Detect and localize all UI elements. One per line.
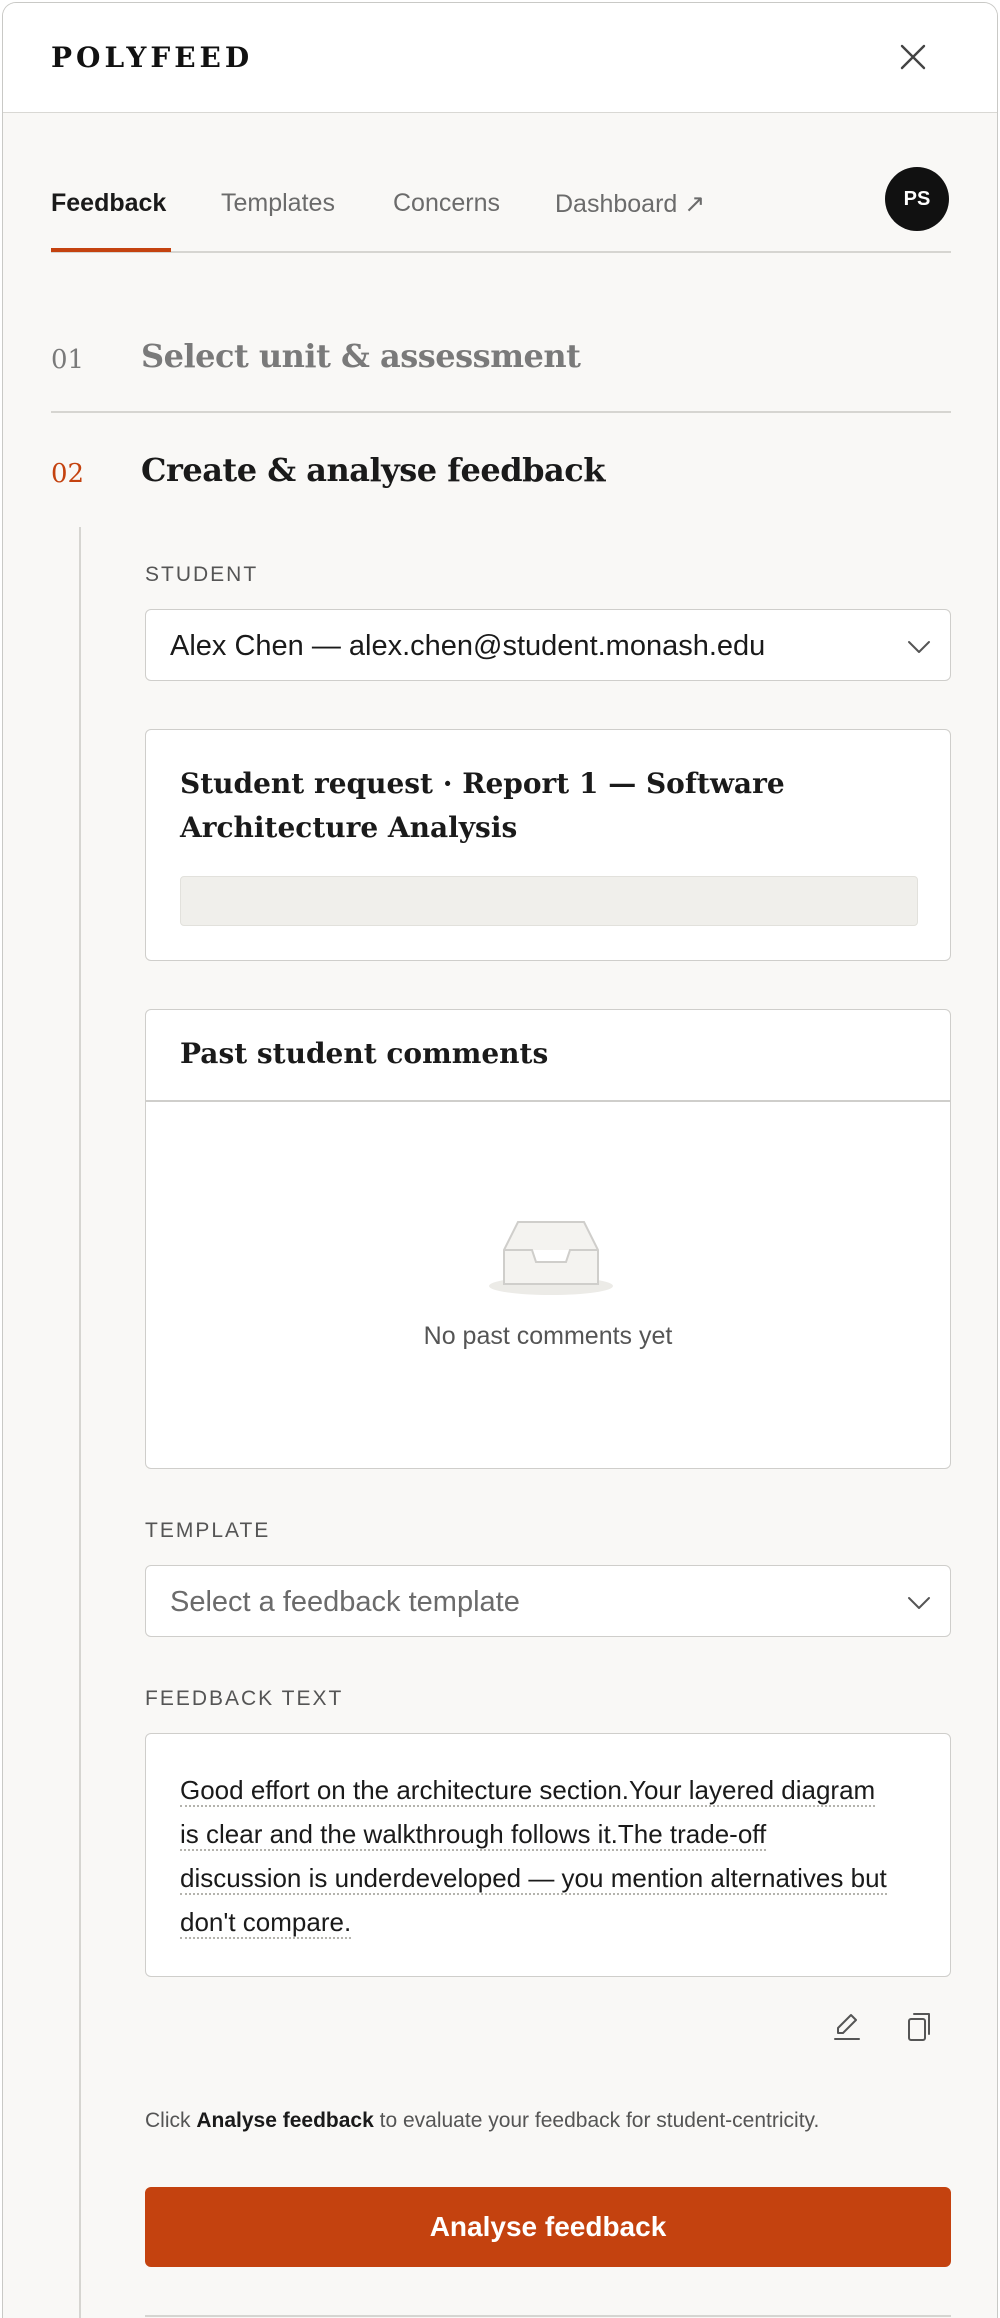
feedback-line: discussion is underdeveloped — you menti… [180,1863,887,1895]
student-select-value: Alex Chen — alex.chen@student.monash.edu [170,630,766,662]
feedback-line: don't compare. [180,1907,352,1939]
active-tab-indicator [51,248,171,252]
feedback-panel: POLYFEED Feedback Templates Concerns Das… [2,2,998,2318]
empty-state-text: No past comments yet [423,1322,673,1350]
step-title: Select unit & assessment [141,337,581,375]
step-title: Create & analyse feedback [141,451,605,489]
brand-logo: POLYFEED [51,41,254,74]
step-select-unit[interactable]: 01 Select unit & assessment [51,333,951,413]
template-select[interactable]: Select a feedback template [145,1565,951,1637]
hint-emphasis: Analyse feedback [196,2109,374,2132]
feedback-textarea[interactable]: Good effort on the architecture section.… [145,1733,951,1977]
edit-icon [834,2014,860,2040]
user-avatar[interactable]: PS [885,167,949,231]
edit-button[interactable] [829,2008,865,2044]
analyse-hint: Click Analyse feedback to evaluate your … [145,2109,819,2133]
close-icon [900,44,926,70]
past-comments-title: Past student comments [180,1037,549,1070]
step-connector-line [79,527,81,2318]
tab-bar: Feedback Templates Concerns Dashboard ↗ … [51,163,951,253]
student-request-content [180,876,918,926]
student-select[interactable]: Alex Chen — alex.chen@student.monash.edu [145,609,951,681]
header: POLYFEED [3,3,997,113]
step-number: 01 [51,345,85,375]
past-comments-card: Past student comments No past comments y… [145,1009,951,1469]
close-button[interactable] [897,41,929,73]
student-request-title: Student request · Report 1 — Software Ar… [180,767,785,844]
template-select-placeholder: Select a feedback template [170,1586,520,1618]
chevron-down-icon [908,641,930,653]
hint-suffix: to evaluate your feedback for student-ce… [379,2109,820,2132]
divider [146,1100,950,1102]
copy-icon [908,2013,930,2041]
template-label: TEMPLATE [145,1519,271,1542]
copy-button[interactable] [901,2008,937,2044]
tab-dashboard[interactable]: Dashboard ↗ [555,189,705,219]
tab-templates[interactable]: Templates [221,189,335,218]
student-label: STUDENT [145,563,259,586]
divider [145,2315,951,2317]
student-request-card: Student request · Report 1 — Software Ar… [145,729,951,961]
step-create-feedback: 02 Create & analyse feedback [51,447,951,507]
step-number: 02 [51,459,85,489]
tab-concerns[interactable]: Concerns [393,189,500,218]
tab-feedback[interactable]: Feedback [51,189,166,218]
chevron-down-icon [908,1597,930,1609]
feedback-line: Good effort on the architecture section.… [180,1775,876,1807]
analyse-feedback-button[interactable]: Analyse feedback [145,2187,951,2267]
feedback-text-label: FEEDBACK TEXT [145,1687,344,1710]
inbox-icon [489,1221,613,1295]
feedback-line: is clear and the walkthrough follows it.… [180,1819,767,1851]
feedback-text: Good effort on the architecture section.… [180,1768,920,1944]
hint-prefix: Click [145,2109,191,2132]
